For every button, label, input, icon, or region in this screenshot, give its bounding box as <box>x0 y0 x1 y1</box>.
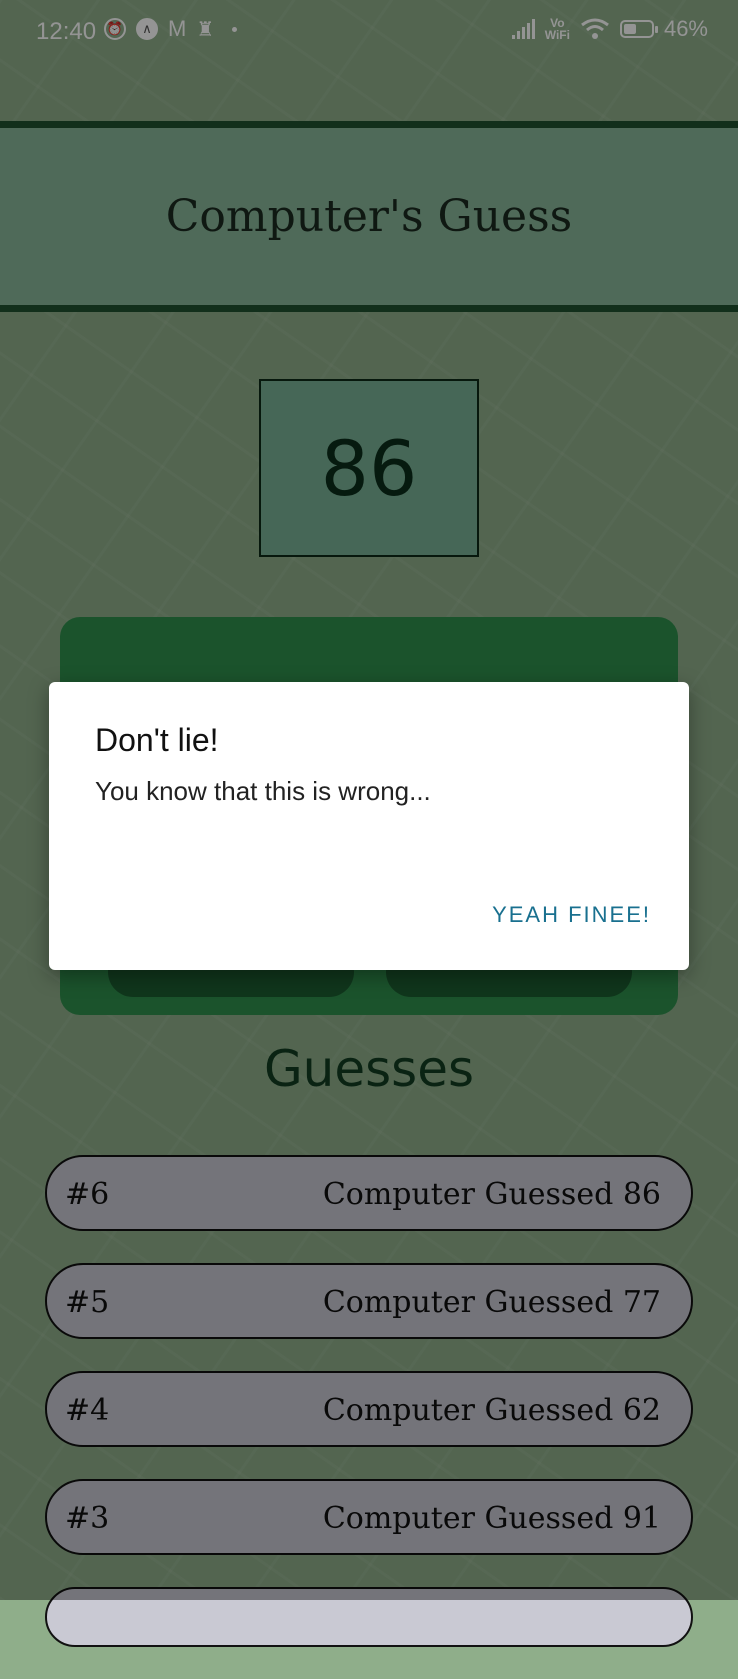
alert-dialog: Don't lie! You know that this is wrong..… <box>49 682 689 970</box>
dialog-title: Don't lie! <box>95 722 219 758</box>
dialog-confirm-button[interactable]: YEAH FINEE! <box>492 902 651 928</box>
dialog-message: You know that this is wrong... <box>95 776 431 806</box>
